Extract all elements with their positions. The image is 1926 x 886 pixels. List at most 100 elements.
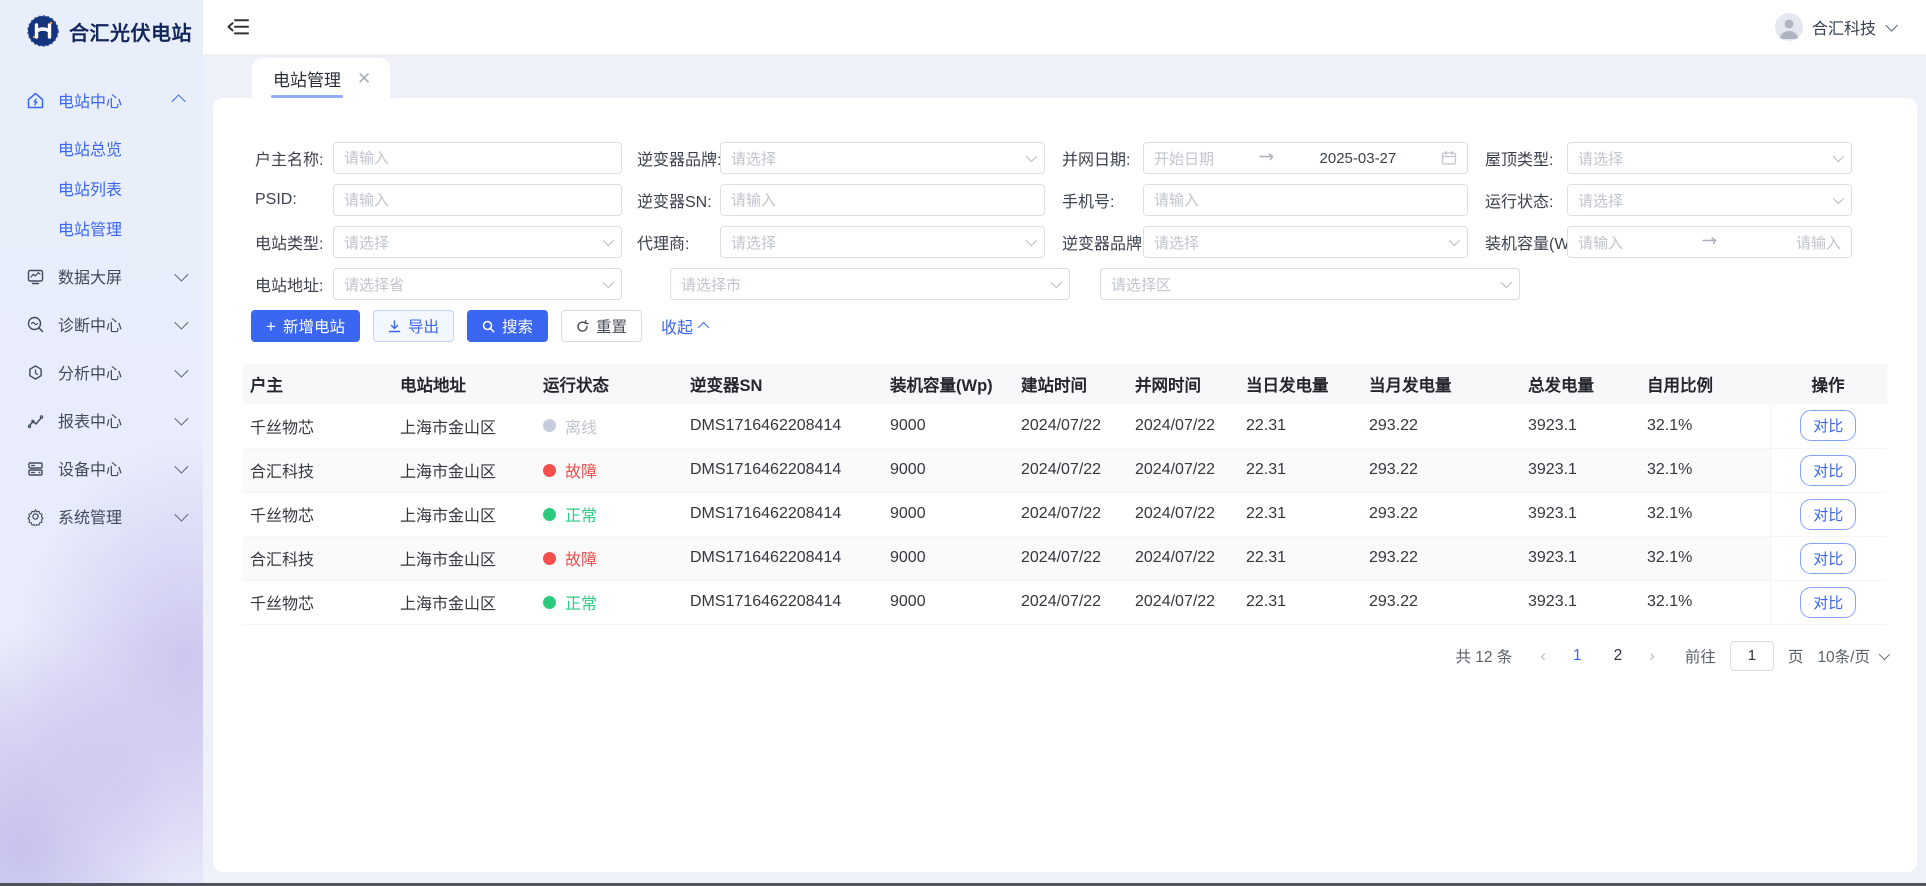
station-type-select[interactable]: 请选择 xyxy=(333,226,622,258)
analysis-icon xyxy=(26,363,45,382)
chevron-down-icon xyxy=(174,316,188,330)
station-table: 户主 电站地址 运行状态 逆变器SN 装机容量(Wp) 建站时间 并网时间 当日… xyxy=(243,364,1887,625)
chevron-down-icon xyxy=(1885,19,1898,32)
run-status-select[interactable]: 请选择 xyxy=(1567,184,1852,216)
address-district-select[interactable]: 请选择区 xyxy=(1100,268,1520,300)
chevron-down-icon xyxy=(1833,151,1844,162)
download-icon xyxy=(388,320,401,333)
goto-label: 前往 xyxy=(1685,645,1716,667)
pagination-total: 共 12 条 xyxy=(1455,645,1512,667)
page-number-1[interactable]: 1 xyxy=(1564,647,1591,665)
sidebar-item-analysis-center[interactable]: 分析中心 xyxy=(0,352,203,392)
range-arrow-icon xyxy=(1259,153,1275,163)
address-city-select[interactable]: 请选择市 xyxy=(670,268,1070,300)
search-button[interactable]: 搜索 xyxy=(467,310,548,342)
chevron-down-icon xyxy=(1833,193,1844,204)
pagination: 共 12 条 ‹ 1 2 › 前往 页 10条/页 xyxy=(213,641,1887,671)
reset-button[interactable]: 重置 xyxy=(561,310,642,342)
sidebar-item-station-center[interactable]: 电站中心 xyxy=(0,80,203,120)
action-bar: + 新增电站 导出 搜索 xyxy=(251,310,1917,342)
chevron-down-icon xyxy=(174,364,188,378)
phone-label: 手机号: xyxy=(1062,188,1143,212)
status-badge: 故障 xyxy=(543,546,675,570)
refresh-icon xyxy=(576,320,589,333)
capacity-range-input[interactable]: 请输入 请输入 xyxy=(1567,226,1852,258)
page-number-2[interactable]: 2 xyxy=(1605,647,1632,665)
sidebar-item-station-overview[interactable]: 电站总览 xyxy=(0,128,203,168)
inverter-sn-input[interactable] xyxy=(720,184,1045,216)
inverter-brand-label: 逆变器品牌: xyxy=(637,146,720,170)
sidebar-item-station-manage[interactable]: 电站管理 xyxy=(0,208,203,248)
add-station-button[interactable]: + 新增电站 xyxy=(251,310,360,342)
agent-select[interactable]: 请选择 xyxy=(720,226,1045,258)
address-label: 电站地址: xyxy=(255,272,333,296)
status-badge: 故障 xyxy=(543,458,675,482)
inverter-brand2-select[interactable]: 请选择 xyxy=(1143,226,1468,258)
sidebar-item-diagnose-center[interactable]: 诊断中心 xyxy=(0,304,203,344)
sidebar-item-station-list[interactable]: 电站列表 xyxy=(0,168,203,208)
inverter-brand2-label: 逆变器品牌: xyxy=(1062,230,1143,254)
chevron-down-icon xyxy=(1051,277,1062,288)
chevron-down-icon xyxy=(603,235,614,246)
chevron-down-icon xyxy=(1026,151,1037,162)
status-dot-icon xyxy=(543,508,556,521)
sidebar-item-report-center[interactable]: 报表中心 xyxy=(0,400,203,440)
table-row: 合汇科技 上海市金山区 故障 DMS1716462208414 9000 202… xyxy=(243,536,1887,580)
roof-type-label: 屋顶类型: xyxy=(1485,146,1567,170)
compare-button[interactable]: 对比 xyxy=(1800,410,1856,441)
chevron-down-icon xyxy=(1879,648,1890,659)
user-name: 合汇科技 xyxy=(1812,15,1876,39)
filter-form: 户主名称: 逆变器品牌: 请选择 并网日期: 开始日期 xyxy=(213,98,1917,300)
goto-page-input[interactable] xyxy=(1730,641,1774,671)
user-avatar xyxy=(1775,13,1803,41)
chevron-down-icon xyxy=(1026,235,1037,246)
top-header: 合汇科技 xyxy=(203,0,1926,55)
compare-button[interactable]: 对比 xyxy=(1800,543,1856,574)
content-area: 电站管理 ✕ 户主名称: 逆变器品牌: 请选择 xyxy=(203,55,1926,886)
brand-title: 合汇光伏电站 xyxy=(69,17,192,46)
psid-input[interactable] xyxy=(333,184,622,216)
sidebar-menu: 电站中心 电站总览 电站列表 电站管理 数据大屏 xyxy=(0,80,203,536)
sidebar-item-system-manage[interactable]: 系统管理 xyxy=(0,496,203,536)
status-dot-icon xyxy=(543,596,556,609)
menu-fold-icon[interactable] xyxy=(225,14,251,40)
export-button[interactable]: 导出 xyxy=(373,310,454,342)
user-menu[interactable]: 合汇科技 xyxy=(1775,13,1894,41)
calendar-icon xyxy=(1441,150,1457,166)
page-size-select[interactable]: 10条/页 xyxy=(1817,645,1887,667)
filter-row-1: 户主名称: 逆变器品牌: 请选择 并网日期: 开始日期 xyxy=(213,142,1917,174)
settings-icon xyxy=(26,507,45,526)
compare-button[interactable]: 对比 xyxy=(1800,499,1856,530)
chevron-down-icon xyxy=(174,460,188,474)
chevron-down-icon xyxy=(174,508,188,522)
station-type-label: 电站类型: xyxy=(255,230,333,254)
capacity-label: 装机容量(WP): xyxy=(1485,230,1567,254)
table-row: 千丝物芯 上海市金山区 离线 DMS1716462208414 9000 202… xyxy=(243,404,1887,448)
roof-type-select[interactable]: 请选择 xyxy=(1567,142,1852,174)
inverter-brand-select[interactable]: 请选择 xyxy=(720,142,1045,174)
sidebar-item-label: 电站中心 xyxy=(58,88,175,112)
status-dot-icon xyxy=(543,464,556,477)
status-dot-icon xyxy=(543,552,556,565)
compare-button[interactable]: 对比 xyxy=(1800,455,1856,486)
chevron-left-icon[interactable]: ‹ xyxy=(1536,646,1550,666)
tab-station-manage[interactable]: 电站管理 ✕ xyxy=(252,58,390,98)
chevron-down-icon xyxy=(603,277,614,288)
phone-input[interactable] xyxy=(1143,184,1468,216)
sidebar-item-data-screen[interactable]: 数据大屏 xyxy=(0,256,203,296)
status-badge: 正常 xyxy=(543,502,675,526)
plus-icon: + xyxy=(266,318,276,335)
chevron-up-icon xyxy=(698,322,709,333)
owner-name-input[interactable] xyxy=(333,142,622,174)
address-province-select[interactable]: 请选择省 xyxy=(333,268,622,300)
sidebar-item-device-center[interactable]: 设备中心 xyxy=(0,448,203,488)
diagnose-icon xyxy=(26,315,45,334)
close-icon[interactable]: ✕ xyxy=(357,70,371,87)
compare-button[interactable]: 对比 xyxy=(1800,587,1856,618)
sidebar: 合汇光伏电站 电站中心 电站总览 电站列表 电站管理 xyxy=(0,0,203,886)
chevron-right-icon[interactable]: › xyxy=(1645,646,1659,666)
grid-date-range-picker[interactable]: 开始日期 2025-03-27 xyxy=(1143,142,1468,174)
home-icon xyxy=(26,91,45,110)
collapse-filters-link[interactable]: 收起 xyxy=(661,314,709,338)
table-header-row: 户主 电站地址 运行状态 逆变器SN 装机容量(Wp) 建站时间 并网时间 当日… xyxy=(243,364,1887,404)
